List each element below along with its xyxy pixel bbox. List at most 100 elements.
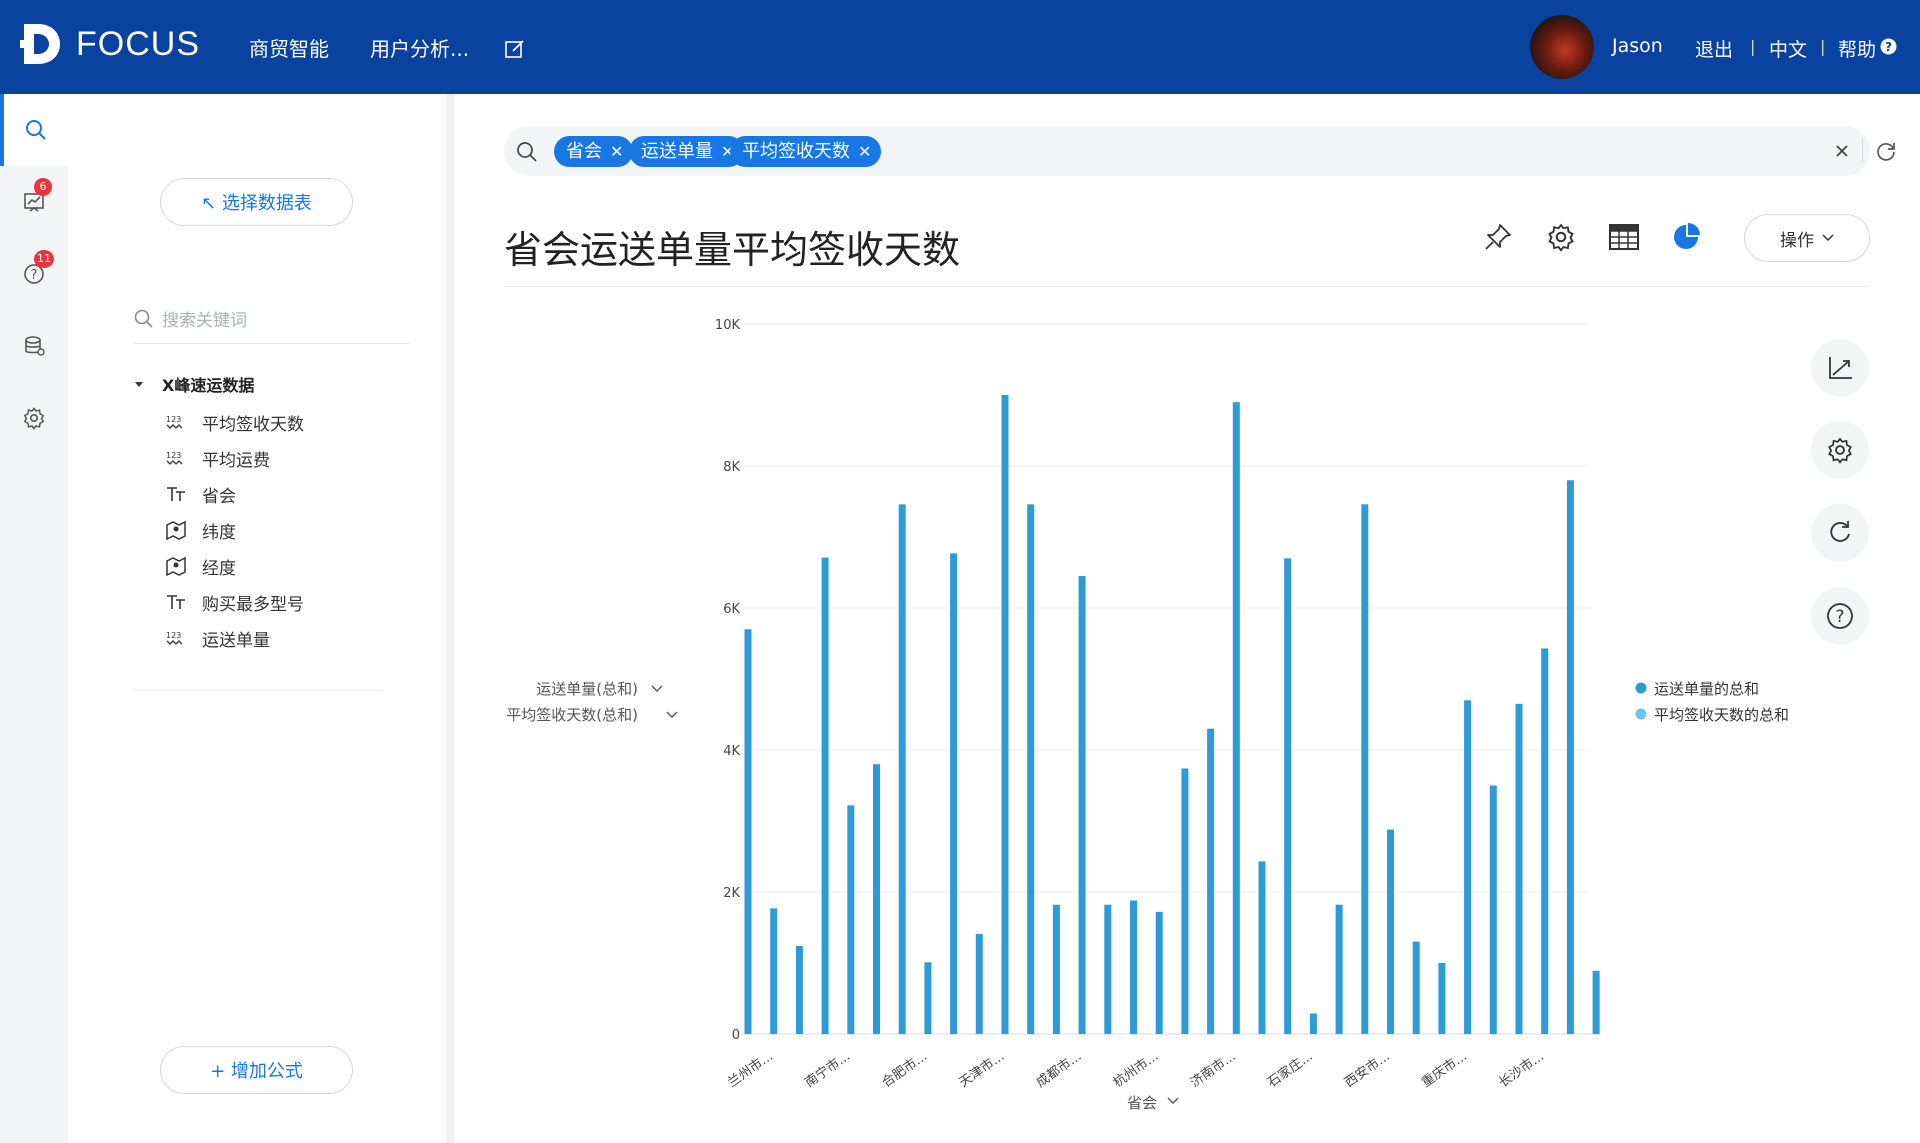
- field-item[interactable]: 123 平均签收天数: [162, 404, 304, 440]
- field-label: 购买最多型号: [202, 594, 304, 615]
- chart-settings-button[interactable]: [1544, 220, 1578, 254]
- bar[interactable]: [1335, 904, 1343, 1034]
- rail-kanban[interactable]: 6: [0, 166, 68, 238]
- chart-config-button[interactable]: [1811, 421, 1869, 479]
- bar[interactable]: [950, 553, 958, 1034]
- select-table-button[interactable]: ↖ 选择数据表: [160, 178, 353, 226]
- bar[interactable]: [1489, 785, 1497, 1035]
- nav-user-analysis[interactable]: 用户分析...: [370, 33, 469, 62]
- field-item[interactable]: 123 运送单量: [162, 620, 304, 656]
- panel-splitter[interactable]: [446, 94, 454, 1143]
- bar[interactable]: [1592, 970, 1600, 1034]
- y-axis-selector[interactable]: 运送单量(总和): [536, 680, 638, 698]
- bar[interactable]: [1541, 648, 1549, 1034]
- bar[interactable]: [1207, 728, 1215, 1034]
- field-item[interactable]: 经度: [162, 548, 304, 584]
- edit-icon[interactable]: [504, 38, 526, 60]
- bar[interactable]: [1181, 768, 1189, 1034]
- table-name: X峰速运数据: [162, 376, 255, 395]
- close-icon[interactable]: ✕: [858, 136, 871, 167]
- bar[interactable]: [744, 629, 752, 1034]
- bar[interactable]: [770, 908, 778, 1034]
- field-item[interactable]: 购买最多型号: [162, 584, 304, 620]
- field-item[interactable]: 123 平均运费: [162, 440, 304, 476]
- bar[interactable]: [1078, 576, 1086, 1034]
- query-tag-avg-days[interactable]: 平均签收天数 ✕: [730, 136, 882, 167]
- rail-search[interactable]: [0, 94, 68, 166]
- logout-link[interactable]: 退出: [1695, 35, 1733, 62]
- chart-title: 省会运送单量平均签收天数: [504, 228, 961, 272]
- bar[interactable]: [1104, 904, 1112, 1034]
- bar[interactable]: [1361, 504, 1369, 1035]
- pin-icon: [1485, 224, 1511, 250]
- bar[interactable]: [898, 504, 906, 1035]
- bar[interactable]: [847, 805, 855, 1034]
- bar[interactable]: [1052, 904, 1060, 1034]
- chevron-down-icon: [1822, 234, 1834, 242]
- bar[interactable]: [821, 557, 829, 1034]
- bar[interactable]: [1001, 395, 1009, 1034]
- caret-down-icon[interactable]: [134, 379, 144, 389]
- bar[interactable]: [1464, 700, 1472, 1034]
- x-axis-selector[interactable]: 省会: [1127, 1094, 1157, 1112]
- help-link[interactable]: 帮助: [1838, 35, 1876, 62]
- user-name[interactable]: Jason: [1612, 35, 1663, 57]
- bar[interactable]: [1258, 861, 1266, 1034]
- field-search-input[interactable]: 搜索关键词: [134, 294, 409, 344]
- close-icon[interactable]: ✕: [610, 136, 623, 167]
- text-type-icon: [162, 592, 190, 612]
- field-label: 省会: [202, 486, 236, 507]
- brand-name: FOCUS: [76, 24, 200, 63]
- bar[interactable]: [1515, 703, 1523, 1034]
- search-icon: [26, 120, 46, 140]
- bar[interactable]: [924, 962, 932, 1034]
- bar[interactable]: [975, 933, 983, 1034]
- clear-icon[interactable]: [1834, 143, 1850, 159]
- y-axis-selector[interactable]: 平均签收天数(总和): [506, 706, 638, 724]
- user-avatar[interactable]: [1530, 15, 1594, 79]
- svg-text:?: ?: [1835, 607, 1844, 627]
- bar[interactable]: [1027, 504, 1035, 1035]
- refresh-icon: [1830, 521, 1850, 542]
- search-query-bar[interactable]: 省会 ✕ 运送单量 ✕ 平均签收天数 ✕: [504, 126, 1895, 176]
- rail-settings[interactable]: [0, 382, 68, 454]
- table-node[interactable]: X峰速运数据: [134, 372, 304, 396]
- bar[interactable]: [873, 764, 880, 1034]
- search-placeholder: 搜索关键词: [162, 311, 247, 331]
- chart-view-button[interactable]: [1669, 220, 1703, 254]
- bar[interactable]: [1284, 558, 1292, 1034]
- field-item[interactable]: 省会: [162, 476, 304, 512]
- bar[interactable]: [1438, 963, 1446, 1034]
- legend-label[interactable]: 运送单量的总和: [1654, 680, 1759, 698]
- axis-button[interactable]: [1811, 339, 1869, 397]
- field-item[interactable]: 纬度: [162, 512, 304, 548]
- reload-chart-button[interactable]: [1811, 504, 1869, 562]
- pin-button[interactable]: [1481, 220, 1515, 254]
- help-circle-icon[interactable]: ?: [1880, 38, 1897, 55]
- add-formula-button[interactable]: + 增加公式: [160, 1046, 353, 1094]
- bar[interactable]: [795, 945, 803, 1034]
- focus-logo[interactable]: FOCUS: [20, 22, 200, 66]
- legend-label[interactable]: 平均签收天数的总和: [1654, 706, 1789, 724]
- bar[interactable]: [1232, 402, 1240, 1035]
- nav-business-intelligence[interactable]: 商贸智能: [249, 33, 329, 62]
- bar[interactable]: [1155, 911, 1163, 1034]
- legend-swatch[interactable]: [1635, 682, 1647, 694]
- language-switch[interactable]: 中文: [1769, 35, 1807, 62]
- query-tag-shipments[interactable]: 运送单量 ✕: [629, 136, 745, 167]
- questions-badge: 11: [34, 250, 54, 268]
- query-tag-province[interactable]: 省会 ✕: [554, 136, 634, 167]
- bar[interactable]: [1412, 941, 1420, 1034]
- bar[interactable]: [1309, 1013, 1317, 1034]
- top-navbar: FOCUS 商贸智能 用户分析... Jason 退出 | 中文 | 帮助 ?: [0, 0, 1920, 94]
- table-view-button[interactable]: [1607, 220, 1641, 254]
- bar[interactable]: [1387, 829, 1394, 1034]
- rail-data[interactable]: [0, 310, 68, 382]
- legend-swatch[interactable]: [1635, 708, 1647, 720]
- rail-questions[interactable]: ? 11: [0, 238, 68, 310]
- bar[interactable]: [1566, 480, 1574, 1034]
- operate-dropdown[interactable]: 操作: [1744, 214, 1870, 262]
- help-button[interactable]: ?: [1811, 587, 1869, 645]
- refresh-icon[interactable]: [1874, 139, 1898, 163]
- bar[interactable]: [1130, 900, 1137, 1034]
